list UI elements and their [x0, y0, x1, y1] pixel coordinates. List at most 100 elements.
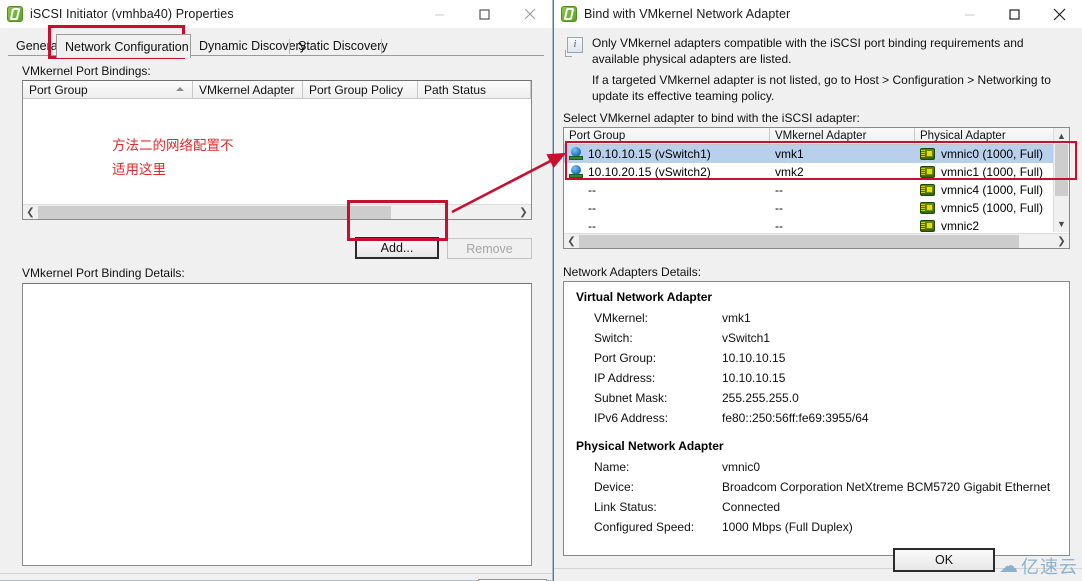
cell-physical-adapter-label: vmnic5 (1000, Full) — [941, 201, 1044, 215]
detail-key: Device: — [594, 480, 635, 494]
left-window-titlebar[interactable]: iSCSI Initiator (vmhba40) Properties — [0, 0, 552, 28]
detail-value: vmnic0 — [722, 460, 761, 474]
tab-static-discovery[interactable]: Static Discovery — [290, 36, 388, 56]
scroll-left-icon[interactable]: ❮ — [23, 205, 38, 220]
network-adapters-details-panel: Virtual Network Adapter VMkernel: vmk1 S… — [563, 281, 1070, 556]
table-row[interactable]: 10.10.20.15 (vSwitch2) vmk2 vmnic1 (1000… — [564, 163, 1069, 181]
column-port-group-label: Port Group — [29, 83, 88, 97]
detail-row-name: Name: vmnic0 — [594, 460, 760, 474]
table-row[interactable]: -- -- vmnic4 (1000, Full) — [564, 181, 1069, 199]
column-vmkernel-adapter[interactable]: VMkernel Adapter — [193, 81, 303, 98]
tab-divider — [381, 39, 382, 54]
column-path-status-label: Path Status — [424, 83, 487, 97]
table-row[interactable]: 10.10.10.15 (vSwitch1) vmk1 vmnic0 (1000… — [564, 145, 1069, 163]
vmkernel-port-icon — [569, 165, 583, 179]
cell-physical-adapter: vmnic0 (1000, Full) — [915, 145, 1055, 163]
cell-physical-adapter-label: vmnic2 — [941, 219, 980, 233]
cell-vmkernel-adapter: vmk2 — [775, 165, 804, 179]
detail-value: vmk1 — [722, 311, 751, 325]
cell-physical-adapter-label: vmnic4 (1000, Full) — [941, 183, 1044, 197]
column-path-status[interactable]: Path Status — [418, 81, 531, 98]
binding-details-label: VMkernel Port Binding Details: — [22, 266, 185, 280]
right-window-title: Bind with VMkernel Network Adapter — [584, 7, 791, 21]
select-adapter-label: Select VMkernel adapter to bind with the… — [563, 111, 860, 125]
scroll-down-icon[interactable]: ▼ — [1054, 216, 1069, 232]
hscroll-track[interactable] — [38, 205, 516, 220]
adapter-list-body[interactable]: 10.10.10.15 (vSwitch1) vmk1 vmnic0 (1000… — [564, 145, 1069, 235]
add-button-label: Add... — [380, 241, 414, 255]
cell-vmkernel-adapter: -- — [775, 201, 783, 215]
vmkernel-port-icon — [569, 147, 583, 161]
info-paragraph-1: Only VMkernel adapters compatible with t… — [592, 36, 1024, 66]
tabstrip: General Network Configuration Dynamic Di… — [8, 34, 544, 58]
physical-nic-icon — [920, 166, 935, 178]
minimize-icon[interactable] — [417, 0, 462, 28]
physical-nic-icon — [920, 148, 935, 160]
column-port-group[interactable]: Port Group — [564, 128, 770, 144]
column-port-group[interactable]: Port Group — [23, 81, 193, 98]
adapter-list-vscrollbar[interactable]: ▲ ▼ — [1053, 128, 1069, 232]
scroll-right-icon[interactable]: ❯ — [1054, 234, 1069, 249]
maximize-icon[interactable] — [462, 0, 507, 28]
tab-network-configuration[interactable]: Network Configuration — [56, 34, 191, 58]
detail-row-configured-speed: Configured Speed: 1000 Mbps (Full Duplex… — [594, 520, 853, 534]
vmware-iscsi-icon — [7, 6, 23, 22]
column-port-group-policy-label: Port Group Policy — [309, 83, 404, 97]
right-window-titlebar[interactable]: Bind with VMkernel Network Adapter — [554, 0, 1082, 28]
column-physical-adapter-label: Physical Adapter — [920, 130, 1006, 142]
column-vmkernel-adapter[interactable]: VMkernel Adapter — [770, 128, 915, 144]
port-bindings-listbox[interactable]: Port Group VMkernel Adapter Port Group P… — [22, 80, 532, 220]
table-row[interactable]: -- -- vmnic5 (1000, Full) — [564, 199, 1069, 217]
detail-key: Port Group: — [594, 351, 657, 365]
detail-key: Name: — [594, 460, 630, 474]
port-bindings-body[interactable] — [23, 99, 531, 204]
detail-row-ip-address: IP Address: 10.10.10.15 — [594, 371, 785, 385]
cell-physical-adapter: vmnic1 (1000, Full) — [915, 163, 1055, 181]
detail-value: 10.10.10.15 — [722, 351, 786, 365]
cell-physical-adapter: vmnic4 (1000, Full) — [915, 181, 1055, 199]
ok-button[interactable]: OK — [893, 548, 995, 572]
maximize-icon[interactable] — [992, 0, 1037, 28]
close-icon[interactable] — [507, 0, 552, 28]
binding-details-panel — [22, 283, 532, 566]
port-bindings-hscrollbar[interactable]: ❮ ❯ — [23, 204, 531, 219]
virtual-network-adapter-heading: Virtual Network Adapter — [576, 290, 713, 304]
tab-general-label: General — [16, 39, 61, 53]
detail-value: fe80::250:56ff:fe69:3955/64 — [722, 411, 869, 425]
cell-vmkernel-adapter: -- — [775, 183, 783, 197]
right-window-body: i Only VMkernel adapters compatible with… — [554, 28, 1082, 581]
detail-value: vSwitch1 — [722, 331, 771, 345]
vscroll-thumb[interactable] — [1055, 144, 1068, 196]
remove-button-label: Remove — [466, 241, 513, 256]
right-footer-divider — [554, 568, 1082, 569]
detail-row-ipv6-address: IPv6 Address: fe80::250:56ff:fe69:3955/6… — [594, 411, 869, 425]
left-window-controls — [417, 0, 552, 28]
physical-nic-icon — [920, 184, 935, 196]
adapter-list-hscrollbar[interactable]: ❮ ❯ — [564, 233, 1069, 248]
vmkernel-adapter-list[interactable]: Port Group VMkernel Adapter Physical Ada… — [563, 127, 1070, 249]
detail-value: Broadcom Corporation NetXtreme BCM5720 G… — [722, 480, 1051, 494]
hscroll-thumb[interactable] — [38, 205, 391, 219]
hscroll-thumb[interactable] — [579, 234, 1019, 248]
vmware-iscsi-icon — [561, 6, 577, 22]
hscroll-track[interactable] — [579, 234, 1054, 249]
cell-port-group-label: 10.10.20.15 (vSwitch2) — [588, 165, 711, 179]
scroll-up-icon[interactable]: ▲ — [1054, 128, 1069, 144]
scroll-right-icon[interactable]: ❯ — [516, 205, 531, 220]
cell-port-group-label: 10.10.10.15 (vSwitch1) — [588, 147, 711, 161]
scroll-left-icon[interactable]: ❮ — [564, 234, 579, 249]
detail-row-subnet-mask: Subnet Mask: 255.255.255.0 — [594, 391, 799, 405]
detail-key: Link Status: — [594, 500, 657, 514]
close-icon[interactable] — [1037, 0, 1082, 28]
physical-nic-icon — [920, 202, 935, 214]
column-physical-adapter[interactable]: Physical Adapter — [915, 128, 1055, 144]
tab-dynamic-discovery[interactable]: Dynamic Discovery — [191, 36, 306, 56]
physical-nic-icon — [920, 220, 935, 232]
column-port-group-policy[interactable]: Port Group Policy — [303, 81, 418, 98]
minimize-icon[interactable] — [947, 0, 992, 28]
add-button[interactable]: Add... — [355, 237, 439, 259]
port-bindings-label: VMkernel Port Bindings: — [22, 64, 151, 78]
detail-row-port-group: Port Group: 10.10.10.15 — [594, 351, 785, 365]
detail-value: 10.10.10.15 — [722, 371, 786, 385]
cell-vmkernel-adapter: vmk1 — [775, 147, 804, 161]
